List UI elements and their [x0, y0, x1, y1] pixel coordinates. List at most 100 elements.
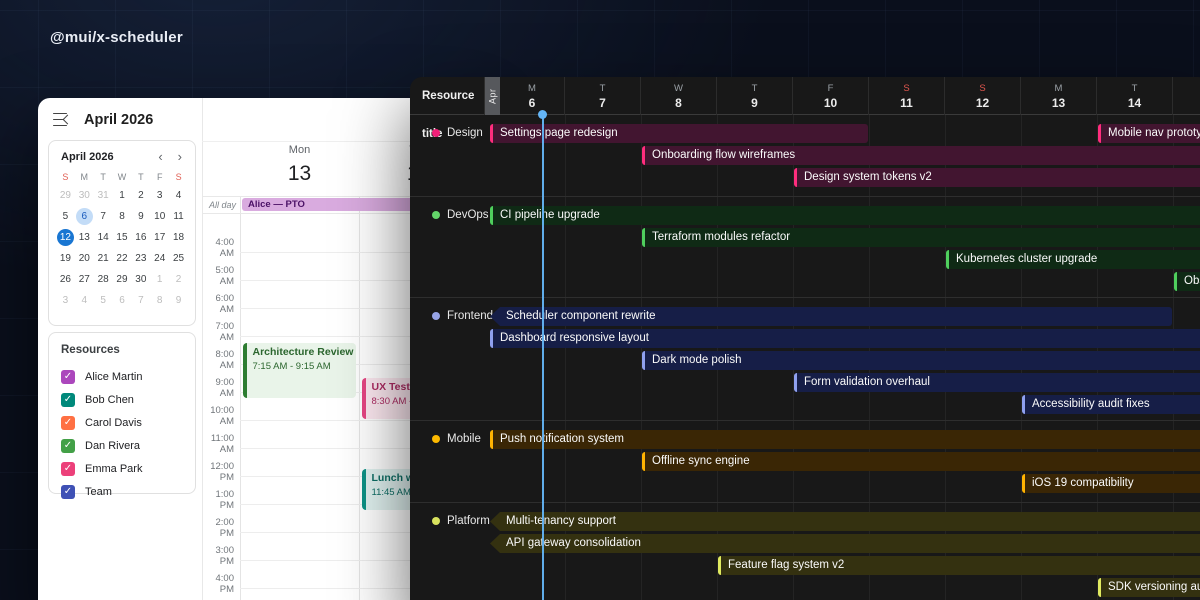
- mini-calendar-day[interactable]: 15: [113, 227, 132, 248]
- timeline-event[interactable]: Feature flag system v2: [718, 556, 1200, 575]
- mini-calendar-day[interactable]: 29: [113, 269, 132, 290]
- timeline-event[interactable]: Offline sync engine: [642, 452, 1200, 471]
- mini-calendar-day[interactable]: 22: [113, 248, 132, 269]
- mini-calendar-day[interactable]: 17: [150, 227, 169, 248]
- timeline-event[interactable]: Form validation overhaul: [794, 373, 1200, 392]
- mini-calendar-day[interactable]: 18: [169, 227, 188, 248]
- timeline-event[interactable]: Design system tokens v2: [794, 168, 1200, 187]
- mini-calendar-day[interactable]: 7: [94, 206, 113, 227]
- hour-label: 7:00 AM: [202, 321, 234, 343]
- mini-calendar-day[interactable]: 23: [131, 248, 150, 269]
- day-header[interactable]: Mon13: [288, 144, 311, 186]
- timeline-event[interactable]: Accessibility audit fixes: [1022, 395, 1200, 414]
- resource-checkbox[interactable]: ✓: [61, 416, 75, 430]
- timeline-day-letter: S: [903, 83, 909, 94]
- resource-item[interactable]: ✓Alice Martin: [61, 365, 183, 388]
- timeline-day-number: 11: [900, 96, 913, 110]
- hour-label: 6:00 AM: [202, 293, 234, 315]
- mini-calendar-day[interactable]: 3: [56, 290, 75, 311]
- mini-calendar-day[interactable]: 1: [150, 269, 169, 290]
- mini-calendar-day[interactable]: 21: [94, 248, 113, 269]
- prev-month-icon[interactable]: ‹: [158, 152, 162, 162]
- timeline-event[interactable]: Dark mode polish: [642, 351, 1200, 370]
- resource-checkbox[interactable]: ✓: [61, 393, 75, 407]
- timeline-event[interactable]: Multi-tenancy support: [490, 512, 1200, 531]
- mini-calendar-day[interactable]: 7: [131, 290, 150, 311]
- resource-item[interactable]: ✓Carol Davis: [61, 411, 183, 434]
- timeline-event[interactable]: Scheduler component rewrite: [490, 307, 1172, 326]
- timeline-event[interactable]: Onboarding flow wireframes: [642, 146, 1200, 165]
- resource-item[interactable]: ✓Team: [61, 480, 183, 503]
- resource-item[interactable]: ✓Emma Park: [61, 457, 183, 480]
- timeline-resource-row: MobilePush notification systemOffline sy…: [410, 421, 1200, 503]
- resource-checkbox[interactable]: ✓: [61, 485, 75, 499]
- mini-calendar-day[interactable]: 30: [75, 185, 94, 206]
- mini-calendar-day[interactable]: 3: [150, 185, 169, 206]
- mini-calendar-day[interactable]: 5: [94, 290, 113, 311]
- mini-calendar-day[interactable]: 8: [150, 290, 169, 311]
- mini-calendar-day[interactable]: 2: [169, 269, 188, 290]
- mini-calendar-day[interactable]: 6: [75, 206, 94, 227]
- mini-calendar-day[interactable]: 5: [56, 206, 75, 227]
- resource-item[interactable]: ✓ Dan Rivera: [61, 434, 183, 457]
- resource-name: Dan Rivera: [85, 440, 140, 452]
- mini-calendar-day[interactable]: 25: [169, 248, 188, 269]
- mini-calendar-day[interactable]: 6: [113, 290, 132, 311]
- timeline-day-header: T7: [565, 77, 641, 115]
- page-title: @mui/x-scheduler: [50, 29, 183, 46]
- calendar-title: April 2026: [84, 112, 153, 128]
- timeline-event[interactable]: Mobile nav prototype: [1098, 124, 1200, 143]
- week-grid-vline: [240, 196, 241, 600]
- mini-calendar-day[interactable]: 9: [169, 290, 188, 311]
- mini-calendar-day[interactable]: 16: [131, 227, 150, 248]
- day-header-number: 13: [288, 162, 311, 186]
- mini-calendar-day[interactable]: 2: [131, 185, 150, 206]
- mini-calendar-day[interactable]: 27: [75, 269, 94, 290]
- calendar-toolbar: April 2026: [38, 98, 202, 141]
- mini-calendar-day[interactable]: 4: [169, 185, 188, 206]
- timeline-event[interactable]: Kubernetes cluster upgrade: [946, 250, 1200, 269]
- timeline-event[interactable]: Settings page redesign: [490, 124, 868, 143]
- timeline-event[interactable]: iOS 19 compatibility: [1022, 474, 1200, 493]
- mini-calendar-day[interactable]: 12: [56, 227, 75, 248]
- mini-calendar-day[interactable]: 19: [56, 248, 75, 269]
- mini-calendar-day[interactable]: 31: [94, 185, 113, 206]
- mini-calendar-day[interactable]: 11: [169, 206, 188, 227]
- timeline-event[interactable]: Terraform modules refactor: [642, 228, 1200, 247]
- mini-calendar-day[interactable]: 28: [94, 269, 113, 290]
- timeline-event[interactable]: Dashboard responsive layout: [490, 329, 1200, 348]
- timeline-event[interactable]: SDK versioning automation: [1098, 578, 1200, 597]
- mini-calendar-day[interactable]: 9: [131, 206, 150, 227]
- mini-calendar-day[interactable]: 1: [113, 185, 132, 206]
- timeline-event[interactable]: Push notification system: [490, 430, 1200, 449]
- resource-color-dot: [432, 517, 440, 525]
- next-month-icon[interactable]: ›: [178, 152, 182, 162]
- mini-calendar-day[interactable]: 24: [150, 248, 169, 269]
- resource-item[interactable]: ✓Bob Chen: [61, 388, 183, 411]
- timeline-day-header: S12: [945, 77, 1021, 115]
- timeline-event[interactable]: API gateway consolidation: [490, 534, 1200, 553]
- menu-open-icon[interactable]: [53, 113, 71, 127]
- mini-calendar-day[interactable]: 13: [75, 227, 94, 248]
- mini-calendar-day[interactable]: 10: [150, 206, 169, 227]
- event-time: 7:15 AM - 9:15 AM: [253, 361, 352, 372]
- resource-checkbox[interactable]: ✓: [61, 462, 75, 476]
- mini-calendar-day[interactable]: 8: [113, 206, 132, 227]
- resources-title: Resources: [61, 344, 183, 356]
- hour-label: 8:00 AM: [202, 349, 234, 371]
- resource-checkbox[interactable]: ✓: [61, 439, 75, 453]
- calendar-event[interactable]: Architecture Review7:15 AM - 9:15 AM: [243, 343, 356, 398]
- resource-checkbox[interactable]: ✓: [61, 370, 75, 384]
- mini-calendar-day[interactable]: 14: [94, 227, 113, 248]
- mini-calendar-day[interactable]: 29: [56, 185, 75, 206]
- timeline-event[interactable]: CI pipeline upgrade: [490, 206, 1200, 225]
- timeline-event[interactable]: Observability stack: [1174, 272, 1200, 291]
- mini-calendar-day[interactable]: 4: [75, 290, 94, 311]
- timeline-day-number: 9: [751, 96, 758, 110]
- mini-calendar-day[interactable]: 26: [56, 269, 75, 290]
- weekday-label: T: [94, 169, 113, 185]
- mini-calendar-day[interactable]: 20: [75, 248, 94, 269]
- timeline-day-letter: M: [1055, 83, 1063, 94]
- timeline-day-number: 13: [1052, 96, 1065, 110]
- mini-calendar-day[interactable]: 30: [131, 269, 150, 290]
